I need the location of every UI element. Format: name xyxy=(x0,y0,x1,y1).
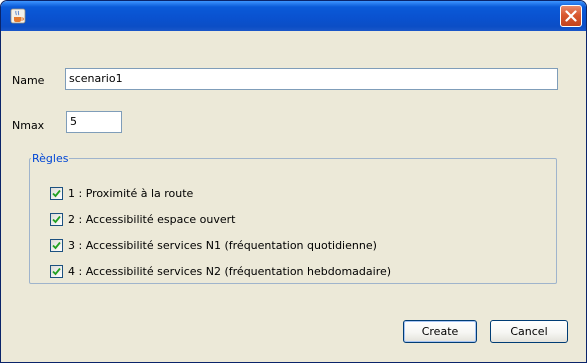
rule-label: 4 : Accessibilité services N2 (fréquenta… xyxy=(68,265,392,278)
name-field[interactable]: scenario1 xyxy=(65,68,558,90)
close-icon xyxy=(565,10,577,22)
java-cup-icon xyxy=(10,8,26,24)
checkmark-icon xyxy=(52,241,61,250)
checkbox-box[interactable] xyxy=(50,239,63,252)
close-button[interactable] xyxy=(560,5,582,27)
rules-group: Règles 1 : Proximité à la route 2 : Acce… xyxy=(29,152,557,284)
rule-label: 2 : Accessibilité espace ouvert xyxy=(68,213,236,226)
title-bar[interactable] xyxy=(1,1,586,31)
checkbox-box[interactable] xyxy=(50,265,63,278)
dialog-content: Name scenario1 Nmax 5 Règles 1 : Proximi… xyxy=(4,31,583,359)
nmax-label: Nmax xyxy=(12,119,45,132)
rule-label: 3 : Accessibilité services N1 (fréquenta… xyxy=(68,239,377,252)
checkbox-box[interactable] xyxy=(50,187,63,200)
cancel-button[interactable]: Cancel xyxy=(490,320,568,343)
nmax-field[interactable]: 5 xyxy=(66,111,122,133)
name-label: Name xyxy=(12,74,45,87)
dialog-window: Name scenario1 Nmax 5 Règles 1 : Proximi… xyxy=(0,0,587,363)
checkmark-icon xyxy=(52,267,61,276)
rules-legend: Règles xyxy=(32,152,69,165)
checkmark-icon xyxy=(52,215,61,224)
checkbox-box[interactable] xyxy=(50,213,63,226)
create-button[interactable]: Create xyxy=(403,320,477,343)
rule-label: 1 : Proximité à la route xyxy=(68,187,194,200)
checkmark-icon xyxy=(52,189,61,198)
